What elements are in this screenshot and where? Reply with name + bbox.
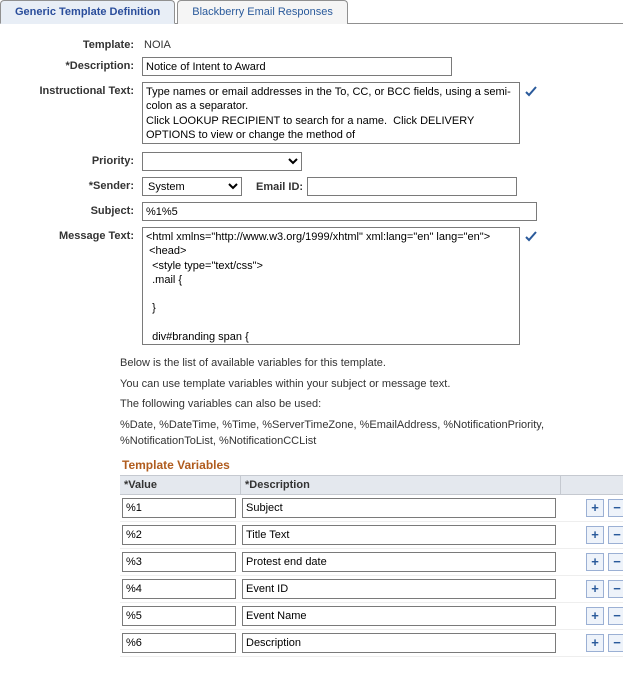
help-line-2: You can use template variables within yo… xyxy=(120,376,620,393)
priority-select[interactable] xyxy=(142,152,302,171)
instructional-label: Instructional Text: xyxy=(20,82,142,97)
tv-desc-input[interactable] xyxy=(242,525,556,545)
instructional-textarea[interactable]: Type names or email addresses in the To,… xyxy=(142,82,520,144)
delete-row-button[interactable]: − xyxy=(608,634,623,652)
tab-bar: Generic Template Definition Blackberry E… xyxy=(0,0,623,24)
delete-row-button[interactable]: − xyxy=(608,526,623,544)
tv-desc-input[interactable] xyxy=(242,633,556,653)
tv-desc-input[interactable] xyxy=(242,498,556,518)
subject-label: Subject: xyxy=(20,202,142,217)
subject-input[interactable] xyxy=(142,202,537,221)
sender-select[interactable]: System xyxy=(142,177,242,196)
table-row: +− xyxy=(120,549,623,576)
table-row: +− xyxy=(120,522,623,549)
tv-value-input[interactable] xyxy=(122,633,236,653)
delete-row-button[interactable]: − xyxy=(608,553,623,571)
tv-value-input[interactable] xyxy=(122,552,236,572)
table-row: +− xyxy=(120,630,623,657)
add-row-button[interactable]: + xyxy=(586,553,604,571)
delete-row-button[interactable]: − xyxy=(608,607,623,625)
tab-blackberry-email[interactable]: Blackberry Email Responses xyxy=(177,0,348,24)
template-value: NOIA xyxy=(142,36,171,51)
email-id-label: Email ID: xyxy=(256,181,303,193)
sender-label: *Sender: xyxy=(20,177,142,192)
tv-value-input[interactable] xyxy=(122,525,236,545)
delete-row-button[interactable]: − xyxy=(608,499,623,517)
tv-desc-input[interactable] xyxy=(242,606,556,626)
email-id-input[interactable] xyxy=(307,177,517,196)
message-text-textarea[interactable]: <html xmlns="http://www.w3.org/1999/xhtm… xyxy=(142,227,520,345)
tv-col-actions-header xyxy=(560,476,623,494)
tv-col-value-header[interactable]: *Value xyxy=(120,476,240,494)
tv-desc-input[interactable] xyxy=(242,552,556,572)
template-label: Template: xyxy=(20,36,142,51)
add-row-button[interactable]: + xyxy=(586,607,604,625)
spellcheck-icon[interactable] xyxy=(524,229,538,246)
help-text-block: Below is the list of available variables… xyxy=(120,355,620,450)
template-variables-header: Template Variables xyxy=(120,454,603,475)
table-row: +− xyxy=(120,576,623,603)
tv-header-row: *Value *Description xyxy=(120,475,623,495)
help-line-3: The following variables can also be used… xyxy=(120,396,620,413)
add-row-button[interactable]: + xyxy=(586,526,604,544)
delete-row-button[interactable]: − xyxy=(608,580,623,598)
description-input[interactable] xyxy=(142,57,452,76)
template-variables-table: *Value *Description +−+−+−+−+−+− xyxy=(120,475,623,657)
table-row: +− xyxy=(120,495,623,522)
priority-label: Priority: xyxy=(20,152,142,167)
add-row-button[interactable]: + xyxy=(586,634,604,652)
message-text-label: Message Text: xyxy=(20,227,142,242)
tv-value-input[interactable] xyxy=(122,498,236,518)
help-line-4: %Date, %DateTime, %Time, %ServerTimeZone… xyxy=(120,417,620,450)
tv-col-desc-header[interactable]: *Description xyxy=(240,476,560,494)
tv-value-input[interactable] xyxy=(122,579,236,599)
tab-generic-template[interactable]: Generic Template Definition xyxy=(0,0,175,24)
add-row-button[interactable]: + xyxy=(586,499,604,517)
tv-desc-input[interactable] xyxy=(242,579,556,599)
spellcheck-icon[interactable] xyxy=(524,84,538,101)
description-label: *Description: xyxy=(20,57,142,72)
tv-value-input[interactable] xyxy=(122,606,236,626)
help-line-1: Below is the list of available variables… xyxy=(120,355,620,372)
add-row-button[interactable]: + xyxy=(586,580,604,598)
table-row: +− xyxy=(120,603,623,630)
